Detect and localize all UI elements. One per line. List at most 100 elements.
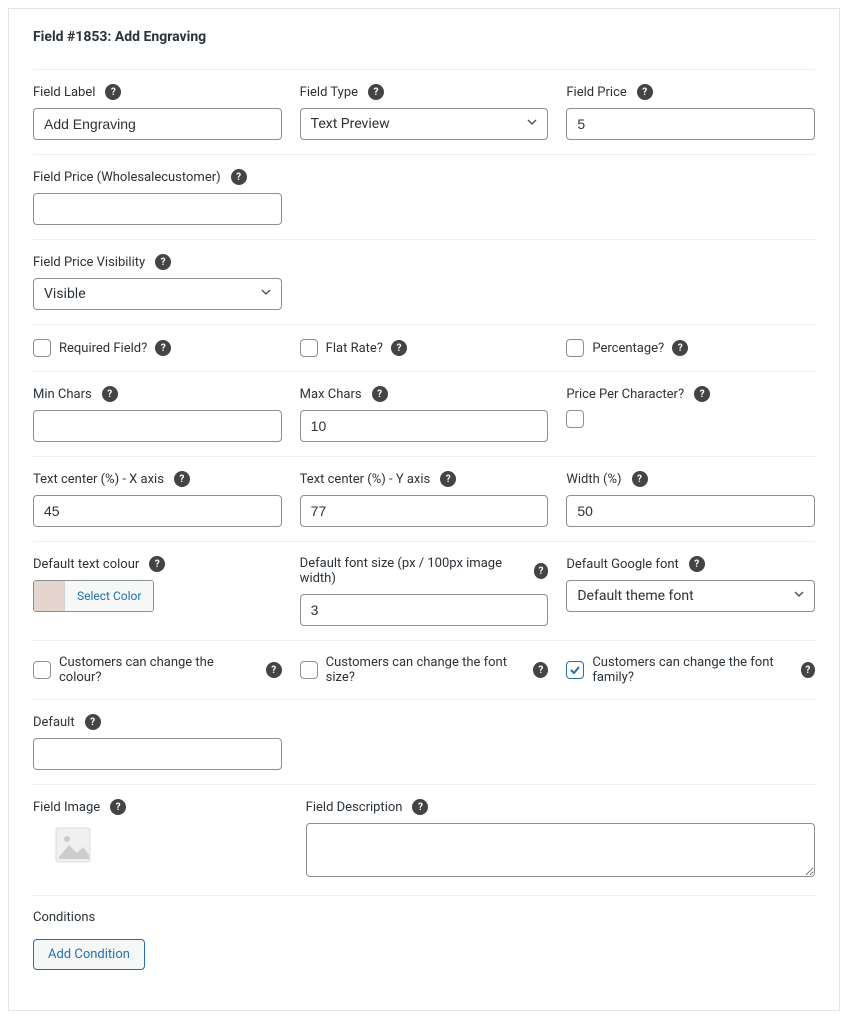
help-icon[interactable]: ? xyxy=(412,799,428,815)
label-text: Default font size (px / 100px image widt… xyxy=(300,556,524,586)
col-width: Width (%) ? xyxy=(566,471,815,527)
color-picker[interactable]: Select Color xyxy=(33,580,154,612)
help-icon[interactable]: ? xyxy=(149,556,165,572)
change-size-checkbox[interactable] xyxy=(300,661,318,679)
field-type-select[interactable]: Text Preview xyxy=(300,108,549,140)
select-color-button[interactable]: Select Color xyxy=(64,581,153,611)
row-main: Field Label ? Field Type ? Text Preview … xyxy=(33,70,815,155)
help-icon[interactable]: ? xyxy=(440,471,456,487)
help-icon[interactable]: ? xyxy=(672,340,688,356)
select-value: Text Preview xyxy=(311,116,390,132)
row-wholesale: Field Price (Wholesalecustomer) ? xyxy=(33,155,815,240)
help-icon[interactable]: ? xyxy=(231,169,247,185)
label-text: Customers can change the colour? xyxy=(59,655,258,685)
help-icon[interactable]: ? xyxy=(368,84,384,100)
col-visibility: Field Price Visibility ? Visible xyxy=(33,254,282,310)
col-field-label: Field Label ? xyxy=(33,84,282,140)
help-icon[interactable]: ? xyxy=(533,662,548,678)
label-text: Default xyxy=(33,715,75,730)
default-input[interactable] xyxy=(33,738,282,770)
wholesale-price-input[interactable] xyxy=(33,193,282,225)
label-text: Field Price xyxy=(566,85,626,100)
price-per-char-checkbox[interactable] xyxy=(566,410,584,428)
col-min-chars: Min Chars ? xyxy=(33,386,282,442)
col-field-price: Field Price ? xyxy=(566,84,815,140)
label-text: Text center (%) - Y axis xyxy=(300,472,431,487)
select-value: Default theme font xyxy=(577,588,693,604)
col-google-font: Default Google font ? Default theme font xyxy=(566,556,815,626)
label-text: Field Price Visibility xyxy=(33,255,145,270)
conditions-actions: Add Condition xyxy=(33,939,815,990)
add-condition-button[interactable]: Add Condition xyxy=(33,939,145,970)
width-input[interactable] xyxy=(566,495,815,527)
help-icon[interactable]: ? xyxy=(637,84,653,100)
col-field-type: Field Type ? Text Preview xyxy=(300,84,549,140)
change-colour-checkbox[interactable] xyxy=(33,661,51,679)
help-icon[interactable]: ? xyxy=(372,386,388,402)
help-icon[interactable]: ? xyxy=(105,84,121,100)
description-textarea[interactable] xyxy=(306,823,815,877)
visibility-select[interactable]: Visible xyxy=(33,278,282,310)
color-swatch xyxy=(34,581,64,611)
change-family-checkbox[interactable] xyxy=(566,661,584,679)
field-label-input[interactable] xyxy=(33,108,282,140)
label-text: Width (%) xyxy=(566,472,621,487)
col-price-per-char: Price Per Character? ? xyxy=(566,386,815,442)
required-field: Required Field? ? xyxy=(33,339,282,357)
change-colour-field: Customers can change the colour? ? xyxy=(33,655,282,685)
col-center-x: Text center (%) - X axis ? xyxy=(33,471,282,527)
help-icon[interactable]: ? xyxy=(102,386,118,402)
help-icon[interactable]: ? xyxy=(534,563,549,579)
label-text: Flat Rate? xyxy=(326,341,383,356)
label-min-chars: Min Chars ? xyxy=(33,386,282,402)
help-icon[interactable]: ? xyxy=(155,340,171,356)
label-text: Max Chars xyxy=(300,387,362,402)
google-font-select[interactable]: Default theme font xyxy=(566,580,815,612)
label-text: Default text colour xyxy=(33,557,139,572)
percentage-field: Percentage? ? xyxy=(566,339,815,357)
help-icon[interactable]: ? xyxy=(694,386,710,402)
help-icon[interactable]: ? xyxy=(85,714,101,730)
label-price-per-char: Price Per Character? ? xyxy=(566,386,815,402)
help-icon[interactable]: ? xyxy=(632,471,648,487)
min-chars-input[interactable] xyxy=(33,410,282,442)
field-price-input[interactable] xyxy=(566,108,815,140)
col-font-size: Default font size (px / 100px image widt… xyxy=(300,556,549,626)
max-chars-input[interactable] xyxy=(300,410,549,442)
label-text: Field Image xyxy=(33,800,100,815)
label-text: Field Type xyxy=(300,85,358,100)
label-text: Min Chars xyxy=(33,387,92,402)
help-icon[interactable]: ? xyxy=(155,254,171,270)
label-text: Required Field? xyxy=(59,341,147,356)
help-icon[interactable]: ? xyxy=(110,799,126,815)
label-text: Customers can change the font size? xyxy=(326,655,526,685)
percentage-checkbox[interactable] xyxy=(566,339,584,357)
row-visibility: Field Price Visibility ? Visible xyxy=(33,240,815,325)
label-text: Customers can change the font family? xyxy=(592,655,792,685)
row-customer-flags: Customers can change the colour? ? Custo… xyxy=(33,641,815,700)
col-field-description: Field Description ? xyxy=(306,799,815,881)
font-size-input[interactable] xyxy=(300,594,549,626)
image-placeholder[interactable] xyxy=(51,823,95,867)
label-text: Price Per Character? xyxy=(566,387,684,402)
label-text: Field Label xyxy=(33,85,95,100)
label-text: Percentage? xyxy=(592,341,664,356)
change-family-field: Customers can change the font family? ? xyxy=(566,655,815,685)
row-center: Text center (%) - X axis ? Text center (… xyxy=(33,457,815,542)
help-icon[interactable]: ? xyxy=(689,556,705,572)
conditions-label: Conditions xyxy=(33,896,815,939)
center-y-input[interactable] xyxy=(300,495,549,527)
row-chars: Min Chars ? Max Chars ? Price Per Charac… xyxy=(33,372,815,457)
label-text: Field Description xyxy=(306,800,403,815)
row-default: Default ? xyxy=(33,700,815,785)
flat-rate-checkbox[interactable] xyxy=(300,339,318,357)
help-icon[interactable]: ? xyxy=(391,340,407,356)
help-icon[interactable]: ? xyxy=(266,662,282,678)
required-checkbox[interactable] xyxy=(33,339,51,357)
center-x-input[interactable] xyxy=(33,495,282,527)
help-icon[interactable]: ? xyxy=(801,662,815,678)
label-wholesale: Field Price (Wholesalecustomer) ? xyxy=(33,169,282,185)
help-icon[interactable]: ? xyxy=(174,471,190,487)
label-colour: Default text colour ? xyxy=(33,556,282,572)
label-center-y: Text center (%) - Y axis ? xyxy=(300,471,549,487)
